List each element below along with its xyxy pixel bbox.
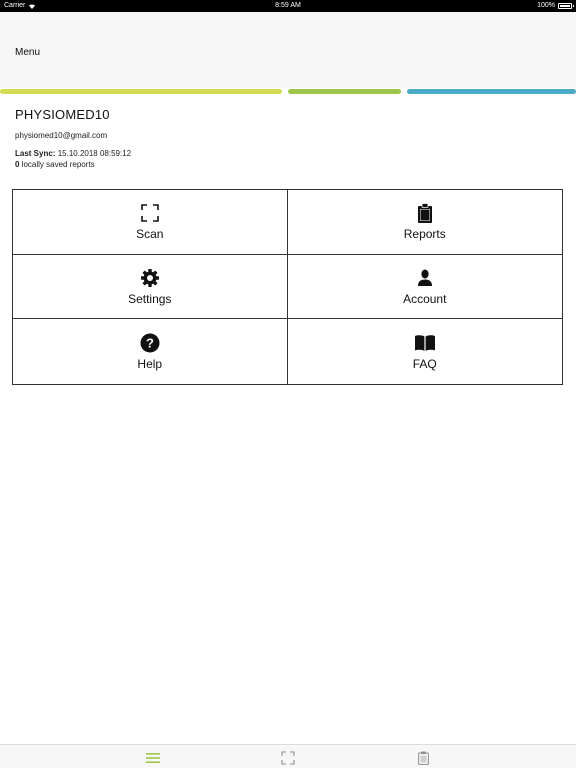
navigation-bar: Menu <box>0 12 576 88</box>
username: PHYSIOMED10 <box>15 107 110 122</box>
battery-icon <box>558 2 574 9</box>
status-bar: Carrier 8:59 AM 100% <box>0 0 576 12</box>
faq-button[interactable]: FAQ <box>288 319 563 384</box>
saved-reports-text: locally saved reports <box>21 160 95 169</box>
person-icon <box>417 267 433 289</box>
stripe-yellow-green <box>0 89 282 94</box>
reports-label: Reports <box>403 227 446 242</box>
battery-percent: 100% <box>537 2 555 9</box>
scan-label: Scan <box>136 227 164 242</box>
nav-title: Menu <box>15 47 41 58</box>
settings-label: Settings <box>128 291 172 306</box>
last-sync-label: Last Sync: <box>15 149 56 158</box>
last-sync-value: 15.10.2018 08:59:12 <box>57 149 132 158</box>
scan-button[interactable]: Scan <box>13 190 288 255</box>
tab-reports[interactable] <box>413 750 433 766</box>
last-sync: Last Sync: 15.10.2018 08:59:12 <box>15 149 131 158</box>
reports-button[interactable]: Reports <box>287 190 562 255</box>
scan-frame-icon <box>140 202 160 224</box>
hamburger-menu-icon <box>146 753 160 763</box>
help-button[interactable]: ? Help <box>13 319 288 384</box>
status-time: 8:59 AM <box>275 2 301 9</box>
help-label: Help <box>137 357 163 372</box>
stripe-green <box>288 89 401 94</box>
faq-label: FAQ <box>412 357 437 372</box>
tab-menu[interactable] <box>143 750 163 766</box>
account-label: Account <box>403 291 447 306</box>
svg-text:?: ? <box>146 336 154 351</box>
account-button[interactable]: Account <box>287 255 562 320</box>
clipboard-icon <box>417 202 433 224</box>
tab-bar <box>0 744 576 768</box>
saved-reports: 0 locally saved reports <box>15 160 131 169</box>
scan-frame-icon <box>281 751 295 765</box>
tab-scan[interactable] <box>278 750 298 766</box>
question-icon: ? <box>140 332 160 354</box>
battery-info: 100% <box>537 2 574 9</box>
book-icon <box>414 332 436 354</box>
saved-reports-count: 0 <box>15 160 20 169</box>
gear-icon <box>140 267 160 289</box>
profile-section: PHYSIOMED10 physiomed10@gmail.com Last S… <box>15 107 131 169</box>
stripe-blue <box>407 89 576 94</box>
user-email: physiomed10@gmail.com <box>15 131 108 140</box>
settings-button[interactable]: Settings <box>13 254 288 320</box>
menu-grid: Scan Reports Settings Account ? Help FAQ <box>12 189 563 385</box>
brand-stripes <box>0 89 576 95</box>
clipboard-icon <box>417 751 429 765</box>
